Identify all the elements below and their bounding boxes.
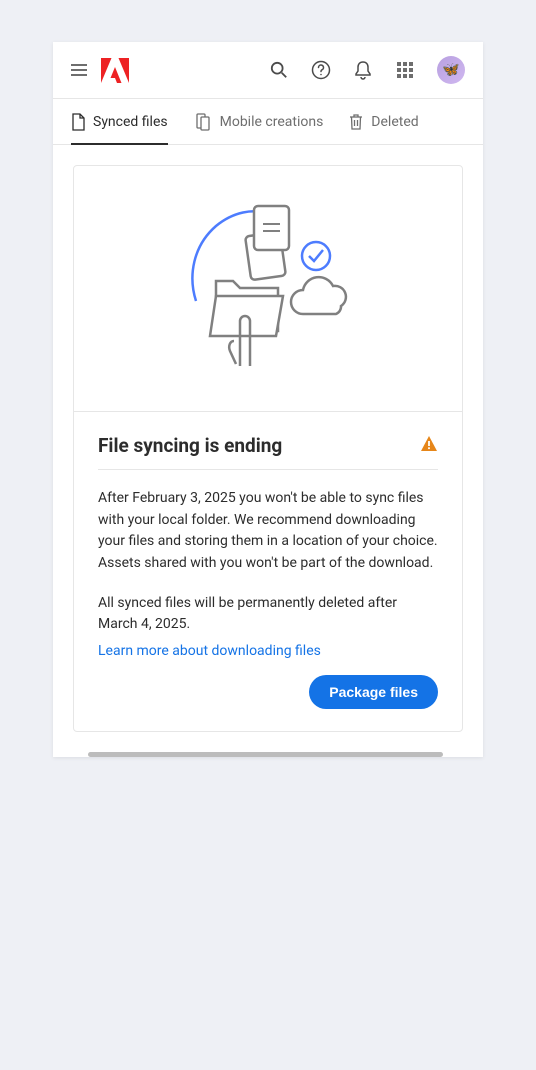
horizontal-scrollbar[interactable] (88, 752, 443, 757)
bell-icon[interactable] (353, 60, 373, 80)
tab-mobile-creations[interactable]: Mobile creations (194, 99, 324, 145)
tab-deleted[interactable]: Deleted (349, 99, 418, 145)
tab-synced-files-label: Synced files (93, 114, 168, 130)
tab-mobile-creations-label: Mobile creations (220, 114, 324, 130)
header-right: 🦋 (269, 56, 465, 84)
card-paragraph-1: After February 3, 2025 you won't be able… (98, 488, 438, 575)
card-illustration (74, 166, 462, 412)
content: File syncing is ending After February 3,… (53, 145, 483, 752)
avatar[interactable]: 🦋 (437, 56, 465, 84)
card-paragraph-2: All synced files will be permanently del… (98, 593, 438, 636)
help-icon[interactable] (311, 60, 331, 80)
card-title: File syncing is ending (98, 434, 282, 457)
tab-deleted-label: Deleted (371, 114, 418, 130)
search-icon[interactable] (269, 60, 289, 80)
menu-icon[interactable] (71, 64, 87, 76)
app-window: 🦋 Synced files Mobile creations (53, 42, 483, 757)
apps-icon[interactable] (395, 60, 415, 80)
card-title-row: File syncing is ending (98, 434, 438, 470)
card-actions: Package files (98, 675, 438, 709)
card-body: File syncing is ending After February 3,… (74, 412, 462, 731)
notice-card: File syncing is ending After February 3,… (73, 165, 463, 732)
header: 🦋 (53, 42, 483, 99)
adobe-logo[interactable] (101, 58, 129, 83)
warning-icon (420, 435, 438, 457)
header-left (71, 58, 129, 83)
learn-more-link[interactable]: Learn more about downloading files (98, 643, 321, 659)
tabs: Synced files Mobile creations Deleted (53, 99, 483, 145)
tab-synced-files[interactable]: Synced files (71, 99, 168, 145)
package-files-button[interactable]: Package files (309, 675, 438, 709)
